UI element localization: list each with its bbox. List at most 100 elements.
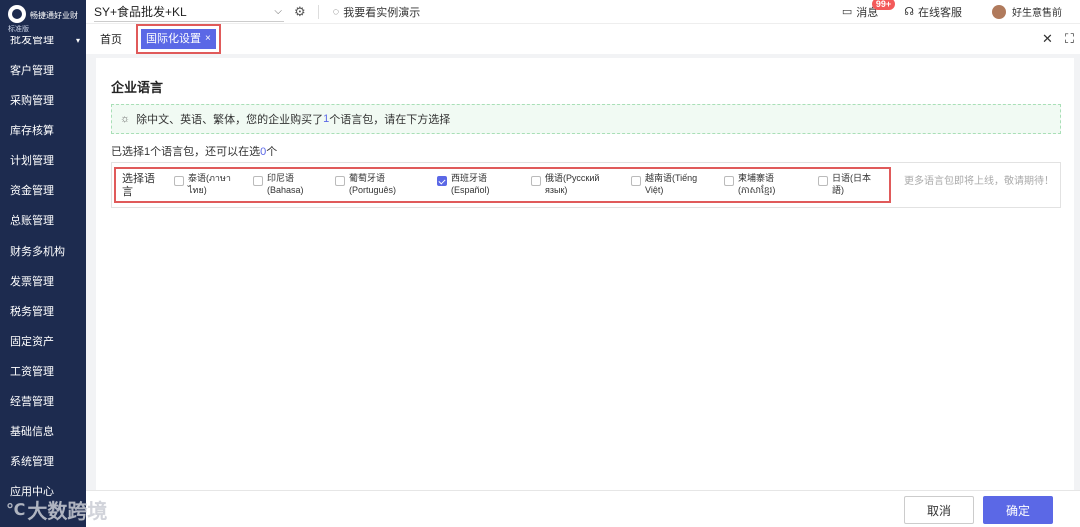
company-select[interactable]: SY+食品批发+KL ⌵	[94, 2, 284, 22]
option-line2: (ភាសាខ្មែរ)	[738, 185, 776, 195]
sidebar-item-system[interactable]: 系统管理	[0, 447, 86, 477]
sidebar-item-inventory[interactable]: 库存核算	[0, 116, 86, 146]
option-line1: 日语(日本	[832, 173, 871, 183]
coming-soon-note: 更多语言包即将上线，敬请期待！	[904, 176, 1054, 187]
checkbox[interactable]	[724, 176, 734, 186]
confirm-button[interactable]: 确定	[983, 496, 1053, 524]
sidebar-item-funds[interactable]: 资金管理	[0, 176, 86, 206]
option-line2: ไทย)	[188, 185, 207, 195]
sidebar-item-multi-org[interactable]: 财务多机构	[0, 237, 86, 267]
option-line1: 越南语(Tiếng	[645, 173, 698, 183]
close-all-icon[interactable]: ✕	[1042, 31, 1053, 47]
footer-bar: 取消 确定	[86, 490, 1080, 527]
language-label: 选择语言	[122, 173, 155, 198]
cancel-button[interactable]: 取消	[904, 496, 974, 524]
online-service-button[interactable]: ☊ 在线客服	[904, 4, 962, 20]
sidebar-item-ledger[interactable]: 总账管理	[0, 206, 86, 236]
language-option-khmer[interactable]: 柬埔寨语 (ភាសាខ្មែរ)	[724, 172, 808, 196]
selected-prefix: 已选择1个语言包，还可以在选	[111, 146, 261, 158]
avatar	[992, 4, 1006, 19]
watermark-text: 大数跨境	[27, 501, 108, 523]
sidebar: 畅捷通好业财 标准版 批发管理 ▾ 客户管理 采购管理 库存核算 计划管理 资金…	[0, 0, 86, 527]
sidebar-item-basic-info[interactable]: 基础信息	[0, 417, 86, 447]
sidebar-item-fixed-assets[interactable]: 固定资产	[0, 327, 86, 357]
language-option-indonesian[interactable]: 印尼语 (Bahasa)	[253, 172, 337, 196]
sidebar-item-operations[interactable]: 经营管理	[0, 387, 86, 417]
tab-label: 国际化设置	[146, 33, 201, 45]
option-line1: 俄语(Русский	[545, 173, 600, 183]
lightbulb-icon: ☼	[120, 113, 131, 125]
tab-home[interactable]: 首页	[100, 31, 122, 47]
watermark-logo-icon: ℃	[6, 501, 26, 519]
tab-highlight-outline: 国际化设置 ×	[136, 24, 221, 54]
language-option-vietnamese[interactable]: 越南语(Tiếng Việt)	[631, 172, 715, 196]
option-line2: (Português)	[349, 185, 397, 195]
sidebar-item-invoice[interactable]: 发票管理	[0, 267, 86, 297]
checkbox[interactable]	[174, 176, 184, 186]
divider	[317, 4, 319, 19]
top-bar: SY+食品批发+KL ⌵ ⚙ ◌ 我要看实例演示 ▭ 消息 99+ ☊ 在线客服…	[86, 0, 1080, 24]
option-line2: (Bahasa)	[267, 185, 304, 195]
sidebar-item-wholesale[interactable]: 批发管理 ▾	[0, 36, 86, 56]
planet-icon: ◌	[332, 5, 340, 18]
section-title: 企业语言	[111, 80, 164, 95]
checkbox[interactable]	[335, 176, 345, 186]
messages-button[interactable]: ▭ 消息 99+	[841, 0, 896, 20]
service-label: 在线客服	[918, 6, 962, 19]
content-panel: 企业语言 ☼ 除中文、英语、繁体，您的企业购买了 1 个语言包，请在下方选择 已…	[96, 58, 1074, 493]
checkbox[interactable]	[253, 176, 263, 186]
headset-icon: ☊	[904, 6, 914, 18]
checkbox[interactable]	[818, 176, 828, 186]
fullscreen-icon[interactable]: ⛶	[1065, 31, 1074, 47]
close-icon[interactable]: ×	[205, 29, 211, 49]
option-line2: Việt)	[645, 185, 664, 195]
messages-badge: 99+	[871, 0, 896, 10]
option-line2: язык)	[545, 185, 568, 195]
checkbox[interactable]	[631, 176, 641, 186]
sidebar-nav: 客户管理 采购管理 库存核算 计划管理 资金管理 总账管理 财务多机构 发票管理…	[0, 56, 86, 507]
gear-icon[interactable]: ⚙	[294, 4, 306, 20]
chevron-down-icon: ▾	[75, 36, 80, 45]
watermark: ℃ 大数跨境	[6, 495, 107, 524]
option-line2: (Español)	[451, 185, 490, 195]
tip-banner: ☼ 除中文、英语、繁体，您的企业购买了 1 个语言包，请在下方选择	[111, 104, 1061, 134]
option-line1: 柬埔寨语	[738, 173, 775, 183]
selected-suffix: 个	[266, 146, 278, 158]
option-line1: 葡萄牙语	[349, 173, 386, 183]
language-option-thai[interactable]: 泰语(ภาษาไทย)	[174, 172, 258, 196]
tab-bar: 首页 国际化设置 × ✕ ⛶	[86, 24, 1080, 54]
company-name: SY+食品批发+KL	[94, 4, 187, 19]
message-icon: ▭	[841, 6, 853, 18]
language-option-spanish[interactable]: 西班牙语 (Español)	[437, 172, 521, 196]
edition-label: 标准版	[8, 26, 29, 33]
language-selector: 选择语言 泰语(ภาษาไทย) 印尼语 (Bahasa) 葡萄牙语 (Portug…	[111, 162, 1061, 208]
selected-info: 已选择1个语言包，还可以在选0个	[111, 143, 277, 159]
top-right-actions: ▭ 消息 99+ ☊ 在线客服 好生意售前	[842, 0, 1080, 24]
checkbox-checked[interactable]	[437, 176, 447, 186]
tip-suffix: 个语言包，请在下方选择	[329, 114, 451, 126]
logo-text: 畅捷通好业财	[30, 11, 78, 20]
sidebar-item-customer[interactable]: 客户管理	[0, 56, 86, 86]
option-line2: 語)	[832, 185, 844, 195]
tab-internationalization[interactable]: 国际化设置 ×	[141, 29, 216, 49]
tab-actions: ✕ ⛶	[1042, 31, 1074, 47]
demo-label: 我要看实例演示	[343, 6, 421, 19]
sidebar-item-planning[interactable]: 计划管理	[0, 146, 86, 176]
user-menu[interactable]: 好生意售前	[992, 4, 1062, 19]
language-option-japanese[interactable]: 日语(日本語)	[818, 172, 886, 196]
option-line1: 印尼语	[267, 173, 295, 183]
tip-prefix: 除中文、英语、繁体，您的企业购买了	[136, 114, 324, 126]
sidebar-item-tax[interactable]: 税务管理	[0, 297, 86, 327]
chevron-down-icon: ⌵	[274, 5, 282, 17]
sidebar-item-purchase[interactable]: 采购管理	[0, 86, 86, 116]
demo-link[interactable]: ◌ 我要看实例演示	[333, 4, 421, 20]
user-name: 好生意售前	[1012, 8, 1062, 19]
sidebar-item-payroll[interactable]: 工资管理	[0, 357, 86, 387]
logo-icon	[8, 5, 26, 23]
language-option-russian[interactable]: 俄语(Русский язык)	[531, 172, 615, 196]
option-line1: 泰语(ภาษา	[188, 173, 231, 183]
checkbox[interactable]	[531, 176, 541, 186]
language-option-portuguese[interactable]: 葡萄牙语 (Português)	[335, 172, 419, 196]
sidebar-item-label: 批发管理	[10, 36, 54, 46]
logo[interactable]: 畅捷通好业财 标准版	[0, 0, 86, 36]
